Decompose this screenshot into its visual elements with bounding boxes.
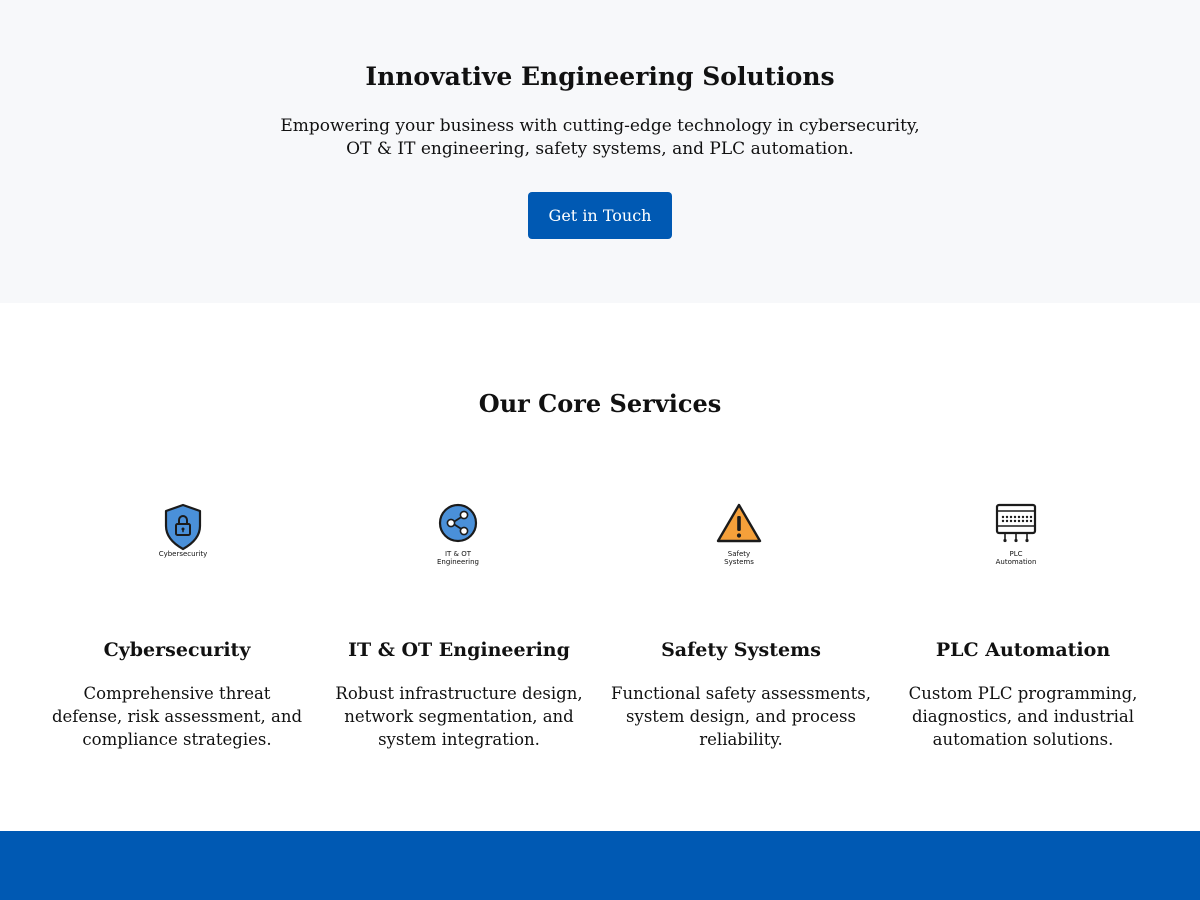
hero-title: Innovative Engineering Solutions: [365, 62, 835, 91]
plc-icon-block: PLC Automation: [893, 490, 1153, 580]
service-description-it-ot: Robust infrastructure design, network se…: [335, 684, 583, 749]
get-in-touch-button[interactable]: Get in Touch: [528, 192, 672, 239]
it-ot-icon-caption-line2: Engineering: [437, 558, 479, 566]
hero-subtitle: Empowering your business with cutting-ed…: [280, 116, 920, 159]
service-title-plc: PLC Automation: [935, 639, 1111, 661]
safety-icon-caption-line1: Safety: [727, 550, 751, 558]
service-title-cybersecurity: Cybersecurity: [103, 639, 251, 661]
it-ot-icon-caption-line1: IT & OT: [444, 550, 472, 558]
footer-band: [0, 831, 1200, 900]
cybersecurity-icon-caption: Cybersecurity: [158, 550, 208, 558]
service-title-safety: Safety Systems: [661, 639, 821, 661]
safety-icon-block: Safety Systems: [611, 490, 871, 580]
plc-icon-caption-line2: Automation: [995, 558, 1037, 566]
plc-icon-caption-line1: PLC: [1009, 550, 1023, 558]
safety-icon-caption-line2: Systems: [724, 558, 754, 566]
service-description-safety: Functional safety assessments, system de…: [611, 684, 871, 749]
hero-section: Innovative Engineering Solutions Empower…: [0, 0, 1200, 303]
it-ot-icon-block: IT & OT Engineering: [329, 490, 589, 580]
cybersecurity-icon-block: Cybersecurity: [47, 490, 307, 580]
services-title: Our Core Services: [478, 389, 722, 418]
service-description-plc: Custom PLC programming, diagnostics, and…: [908, 684, 1138, 749]
service-title-it-ot: IT & OT Engineering: [348, 639, 570, 661]
service-description-cybersecurity: Comprehensive threat defense, risk asses…: [51, 684, 303, 749]
